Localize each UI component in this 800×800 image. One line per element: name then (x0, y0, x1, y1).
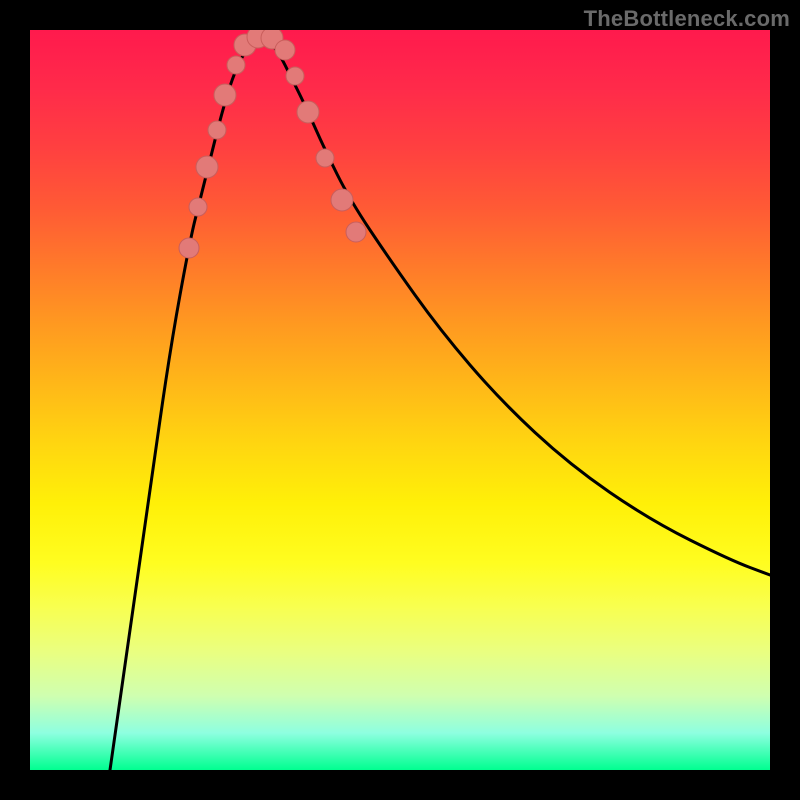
data-marker (275, 40, 295, 60)
data-marker (179, 238, 199, 258)
data-marker (227, 56, 245, 74)
data-marker (297, 101, 319, 123)
data-marker (208, 121, 226, 139)
plot-area (30, 30, 770, 770)
data-marker (346, 222, 366, 242)
data-marker (196, 156, 218, 178)
data-marker (189, 198, 207, 216)
watermark-text: TheBottleneck.com (584, 6, 790, 32)
curve-right-curve (260, 35, 770, 575)
curve-left-curve (110, 35, 260, 770)
data-marker (316, 149, 334, 167)
data-marker (286, 67, 304, 85)
data-marker (214, 84, 236, 106)
chart-frame: TheBottleneck.com (0, 0, 800, 800)
data-marker (331, 189, 353, 211)
chart-svg (30, 30, 770, 770)
